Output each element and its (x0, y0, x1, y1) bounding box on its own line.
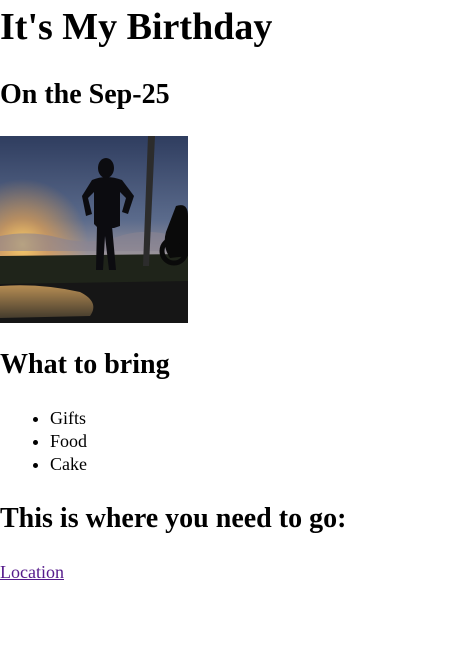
location-link[interactable]: Location (0, 561, 64, 583)
list-item: Cake (50, 453, 87, 476)
what-to-bring-heading: What to bring (0, 349, 170, 380)
birthday-photo (0, 136, 188, 323)
directions-heading: This is where you need to go: (0, 503, 347, 534)
page-title: It's My Birthday (0, 6, 273, 48)
list-item: Food (50, 430, 87, 453)
list-item: Gifts (50, 407, 87, 430)
date-heading: On the Sep-25 (0, 79, 170, 110)
page: It's My Birthday On the Sep-25 What to b… (0, 0, 456, 649)
bring-list: Gifts Food Cake (0, 407, 87, 476)
